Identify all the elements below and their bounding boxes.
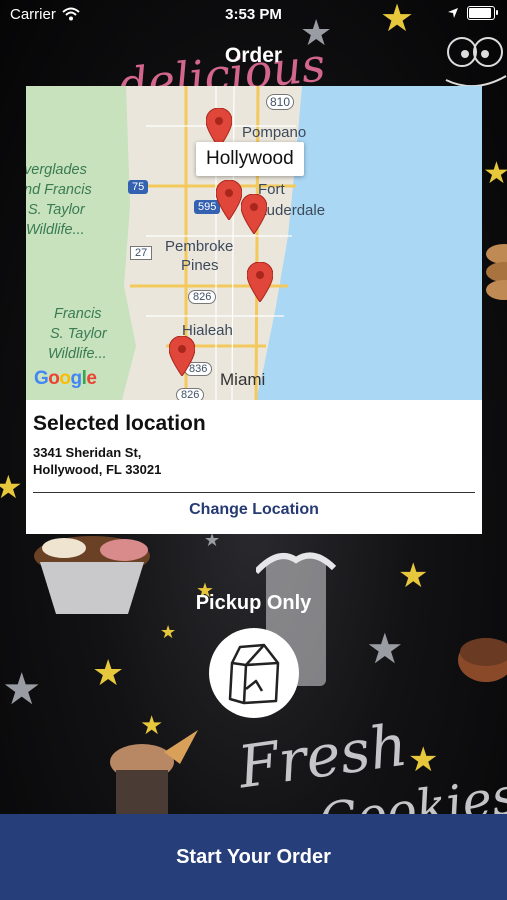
google-logo-letter: g (70, 368, 83, 389)
star-icon: ★ (160, 622, 177, 642)
map-label-everglades: S. Taylor (28, 202, 85, 218)
address-line-1: 3341 Sheridan St, (33, 445, 142, 460)
star-icon: ★ (0, 469, 23, 505)
battery-fill (469, 8, 491, 18)
star-icon: ★ (483, 157, 507, 190)
cookie-stack-illustration (486, 244, 507, 300)
map-label-pompano: Pompano (242, 124, 307, 141)
star-icon: ★ (366, 625, 404, 672)
pickup-button[interactable] (209, 628, 299, 718)
google-logo-letter: o (59, 368, 71, 389)
star-icon: ★ (92, 652, 125, 693)
map-label-pembroke: Pembroke (165, 238, 234, 255)
map-label-everglades: nd Francis (26, 182, 92, 198)
map-label-everglades: verglades (26, 162, 87, 178)
milkshake-illustration (110, 730, 198, 814)
map-pin[interactable] (247, 262, 273, 302)
address-line-2: Hollywood, FL 33021 (33, 462, 162, 477)
map-shield-826-south: 826 (176, 388, 205, 400)
star-icon: ★ (2, 665, 42, 714)
map-label-francis: Wildlife... (48, 346, 107, 362)
google-logo-letter: G (34, 368, 49, 389)
map-shield-27: 27 (130, 246, 153, 260)
map-label-francis: Francis (54, 306, 102, 322)
pickup-only-label: Pickup Only (195, 592, 312, 614)
bag-icon (228, 643, 280, 705)
map-shield-75: 75 (128, 180, 149, 194)
google-logo: Google (34, 368, 97, 390)
map-view[interactable]: 810 Pompano Fort Lauderdale Pembroke Pin… (26, 86, 482, 400)
map-shield-810: 810 (266, 94, 295, 110)
map-label-francis: S. Taylor (50, 326, 107, 342)
selected-location-title: Selected location (33, 412, 206, 435)
battery-icon (467, 6, 498, 20)
change-location-button[interactable]: Change Location (26, 501, 482, 519)
map-label-miami: Miami (220, 370, 266, 389)
google-logo-letter: e (86, 368, 97, 389)
star-icon: ★ (408, 741, 439, 779)
selected-location-panel: Selected location 3341 Sheridan St, Holl… (26, 400, 482, 534)
google-logo-letter: o (48, 368, 60, 389)
location-arrow-icon (448, 8, 458, 18)
cookie-illustration (458, 638, 507, 682)
page-title: Order (224, 44, 283, 67)
map-pin[interactable] (216, 180, 242, 220)
map-label-pines: Pines (181, 257, 219, 274)
status-bar: Carrier 3:53 PM (0, 0, 507, 28)
star-icon: ★ (398, 557, 429, 595)
map-pin[interactable] (169, 336, 195, 376)
map-shield-826: 826 (188, 290, 217, 304)
map-label-everglades: Wildlife... (26, 222, 85, 238)
status-time: 3:53 PM (225, 6, 282, 23)
location-card: 810 Pompano Fort Lauderdale Pembroke Pin… (26, 86, 482, 534)
start-order-button[interactable]: Start Your Order (0, 814, 507, 900)
map-pin[interactable] (241, 194, 267, 234)
address-block: 3341 Sheridan St, Hollywood, FL 33021 (33, 444, 161, 478)
divider (33, 492, 475, 493)
status-right (447, 6, 498, 20)
map-callout[interactable]: Hollywood (196, 142, 304, 176)
